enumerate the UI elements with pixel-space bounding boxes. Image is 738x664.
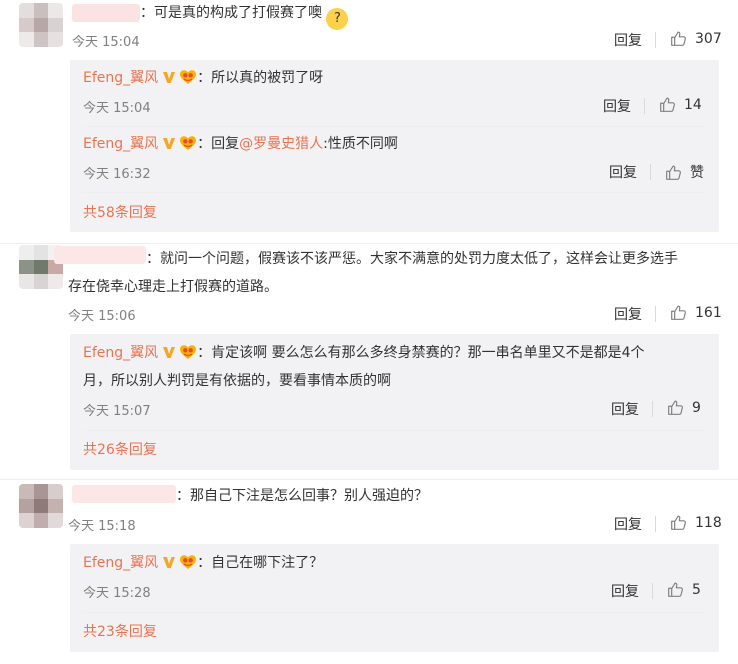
reply-button[interactable]: 回复 bbox=[614, 30, 642, 50]
comment-time: 今天 15:06 bbox=[68, 309, 136, 324]
divider bbox=[644, 98, 645, 114]
sub-reply-time: 今天 15:07 bbox=[83, 404, 151, 419]
sub-reply-user[interactable]: Efeng_翼风 bbox=[83, 555, 158, 571]
thumbs-up-icon bbox=[667, 581, 684, 598]
avatar[interactable] bbox=[19, 484, 63, 528]
like-count: 5 bbox=[692, 581, 701, 598]
divider bbox=[83, 612, 706, 613]
divider bbox=[655, 516, 656, 532]
like-count: 161 bbox=[695, 304, 722, 321]
like-button[interactable]: 118 bbox=[670, 514, 722, 531]
sub-reply-text: 月，所以别人判罚是有依据的，要看事情本质的啊 bbox=[83, 373, 391, 389]
comment-text: ：可是真的构成了打假赛了噢 ? bbox=[140, 2, 349, 30]
sub-reply-user[interactable]: Efeng_翼风 bbox=[83, 345, 158, 361]
like-button[interactable]: 161 bbox=[670, 304, 722, 321]
sub-replies: Efeng_翼风 ：所以真的被罚了呀 今天 15:04 回复 14 Efeng_翼… bbox=[70, 60, 719, 232]
reply-button[interactable]: 回复 bbox=[614, 514, 642, 534]
sub-reply-time: 今天 15:04 bbox=[83, 101, 151, 116]
username-blurred[interactable] bbox=[54, 246, 146, 264]
like-count: 14 bbox=[684, 96, 702, 113]
fan-badge-icon bbox=[179, 135, 197, 151]
sub-replies: Efeng_翼风 ：自己在哪下注了？ 今天 15:28 回复 5 共23条回复 bbox=[70, 544, 719, 652]
divider bbox=[655, 32, 656, 48]
verified-v-icon bbox=[162, 345, 176, 359]
divider bbox=[0, 243, 738, 244]
thumbs-up-icon bbox=[659, 96, 676, 113]
thumbs-up-icon bbox=[670, 304, 687, 321]
thinking-emoji-icon: ? bbox=[326, 8, 349, 30]
like-button[interactable]: 赞 bbox=[665, 162, 704, 182]
reply-button[interactable]: 回复 bbox=[603, 96, 631, 116]
sub-reply-user[interactable]: Efeng_翼风 bbox=[83, 70, 158, 86]
reply-button[interactable]: 回复 bbox=[611, 399, 639, 419]
more-replies-link[interactable]: 共26条回复 bbox=[83, 439, 157, 459]
fan-badge-icon bbox=[179, 69, 197, 85]
like-button[interactable]: 5 bbox=[667, 581, 701, 598]
username-blurred[interactable] bbox=[72, 485, 176, 503]
comment-text: ：那自己下注是怎么回事？别人强迫的？ bbox=[176, 488, 428, 504]
like-button[interactable]: 9 bbox=[667, 399, 701, 416]
sub-reply-text: Efeng_翼风 ：自己在哪下注了？ bbox=[83, 554, 324, 571]
like-button[interactable]: 307 bbox=[670, 30, 722, 47]
sub-reply-text: Efeng_翼风 ：所以真的被罚了呀 bbox=[83, 69, 324, 86]
avatar[interactable] bbox=[19, 3, 63, 47]
like-count: 118 bbox=[695, 514, 722, 531]
like-button[interactable]: 14 bbox=[659, 96, 702, 113]
sub-reply-time: 今天 15:28 bbox=[83, 586, 151, 601]
fan-badge-icon bbox=[179, 554, 197, 570]
like-label: 赞 bbox=[690, 165, 704, 181]
fan-badge-icon bbox=[179, 344, 197, 360]
more-replies-link[interactable]: 共58条回复 bbox=[83, 202, 157, 222]
comment-time: 今天 15:18 bbox=[68, 519, 136, 534]
thumbs-up-icon bbox=[670, 30, 687, 47]
verified-v-icon bbox=[162, 136, 176, 150]
verified-v-icon bbox=[162, 555, 176, 569]
divider bbox=[0, 479, 738, 480]
sub-reply-text: Efeng_翼风 ：回复@罗曼史猎人:性质不同啊 bbox=[83, 135, 398, 152]
sub-replies: Efeng_翼风 ：肯定该啊 要么怎么有那么多终身禁赛的？那一串名单里又不是都是4… bbox=[70, 334, 719, 470]
comment-text: 存在侥幸心理走上打假赛的道路。 bbox=[68, 279, 278, 295]
reply-button[interactable]: 回复 bbox=[614, 304, 642, 324]
sub-reply-time: 今天 16:32 bbox=[83, 167, 151, 182]
comment-text: ：就问一个问题，假赛该不该严惩。大家不满意的处罚力度太低了，这样会让更多选手 bbox=[146, 251, 678, 267]
like-count: 9 bbox=[692, 399, 701, 416]
thumbs-up-icon bbox=[667, 399, 684, 416]
thumbs-up-icon bbox=[670, 514, 687, 531]
divider bbox=[83, 126, 706, 127]
divider bbox=[83, 430, 706, 431]
divider bbox=[655, 306, 656, 322]
reply-button[interactable]: 回复 bbox=[611, 581, 639, 601]
username-blurred[interactable] bbox=[72, 4, 140, 22]
verified-v-icon bbox=[162, 70, 176, 84]
more-replies-link[interactable]: 共23条回复 bbox=[83, 621, 157, 641]
like-count: 307 bbox=[695, 30, 722, 47]
divider bbox=[650, 164, 651, 180]
reply-button[interactable]: 回复 bbox=[609, 162, 637, 182]
divider bbox=[83, 192, 706, 193]
mention-link[interactable]: @罗曼史猎人 bbox=[239, 136, 323, 152]
sub-reply-user[interactable]: Efeng_翼风 bbox=[83, 136, 158, 152]
divider bbox=[652, 401, 653, 417]
sub-reply-text: Efeng_翼风 ：肯定该啊 要么怎么有那么多终身禁赛的？那一串名单里又不是都是4… bbox=[83, 344, 645, 361]
comment-time: 今天 15:04 bbox=[72, 35, 140, 50]
divider bbox=[652, 583, 653, 599]
thumbs-up-icon bbox=[665, 164, 682, 181]
